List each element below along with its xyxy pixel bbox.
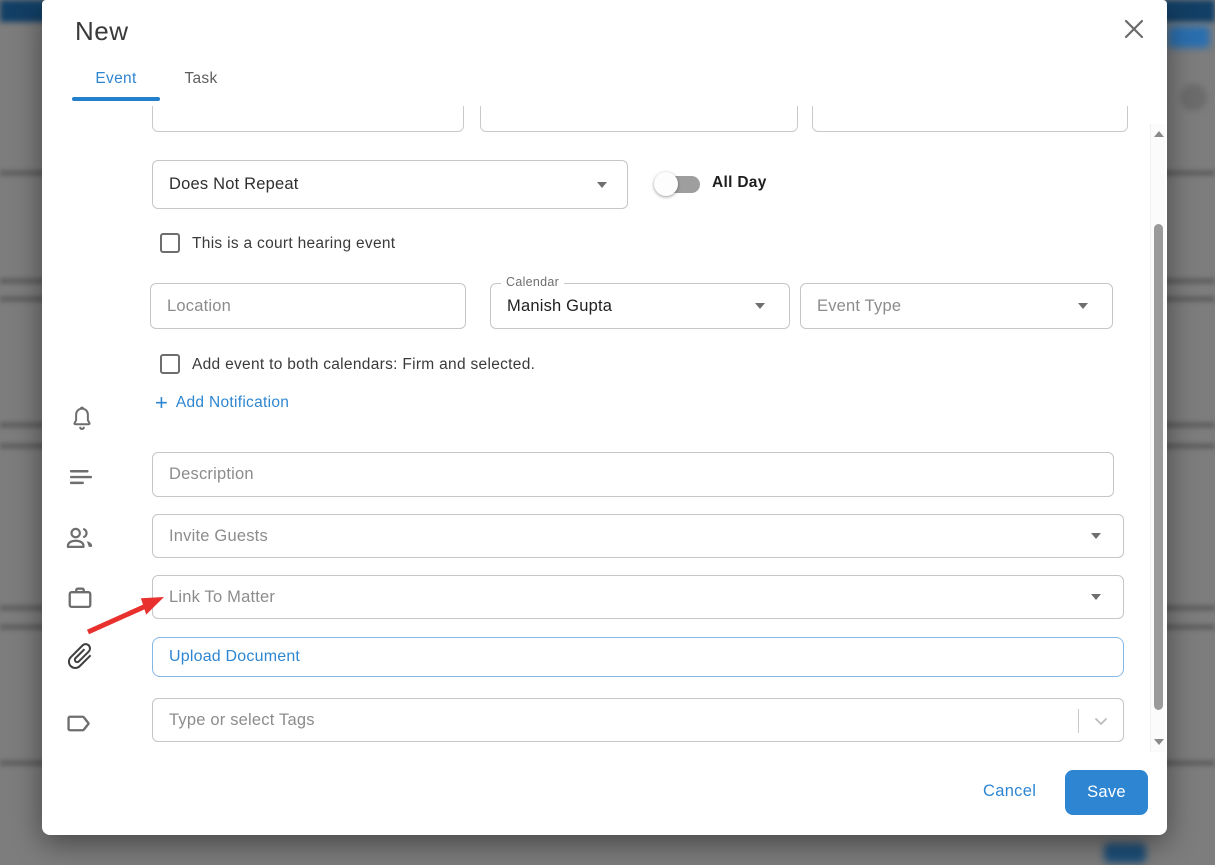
notification-bell-icon (68, 405, 96, 440)
add-notification-button[interactable]: + Add Notification (155, 394, 289, 412)
scroll-down-arrow[interactable] (1154, 739, 1164, 745)
background-blur-avatar (1180, 84, 1207, 111)
upload-document-button[interactable]: Upload Document (152, 637, 1124, 677)
tags-divider (1078, 709, 1079, 733)
chevron-down-icon (1091, 711, 1111, 731)
all-day-toggle[interactable] (654, 172, 702, 196)
plus-icon: + (155, 394, 168, 412)
description-input[interactable] (169, 465, 1097, 484)
tags-field (152, 698, 1124, 742)
repeat-select[interactable]: Does Not Repeat (152, 160, 628, 209)
clipped-field-2[interactable] (480, 106, 798, 132)
scroll-up-arrow[interactable] (1154, 131, 1164, 137)
dialog-scrollbar[interactable] (1150, 124, 1165, 752)
add-notification-label: Add Notification (176, 394, 289, 412)
description-field (152, 452, 1114, 497)
calendar-select-value: Manish Gupta (507, 297, 612, 316)
clipped-field-1[interactable] (152, 106, 464, 132)
dialog-scroll-content: Does Not Repeat All Day This is a court … (42, 106, 1150, 750)
event-type-select[interactable]: Event Type (800, 283, 1113, 329)
calendar-field-label: Calendar (501, 275, 564, 289)
calendar-select[interactable]: Calendar Manish Gupta (490, 283, 790, 329)
description-icon (66, 463, 96, 496)
repeat-select-value: Does Not Repeat (169, 175, 299, 194)
dialog-title: New (75, 16, 129, 47)
tags-expand-button[interactable] (1091, 711, 1111, 736)
new-event-dialog: New Event Task Does Not Repeat All Day T… (42, 0, 1167, 835)
both-calendars-checkbox[interactable] (160, 354, 180, 374)
location-field (150, 283, 466, 329)
chevron-down-icon (1078, 303, 1088, 309)
tab-event[interactable]: Event (72, 70, 160, 88)
tab-task[interactable]: Task (170, 70, 232, 88)
save-button[interactable]: Save (1065, 770, 1148, 815)
link-to-matter-placeholder: Link To Matter (169, 588, 275, 607)
both-calendars-label: Add event to both calendars: Firm and se… (192, 356, 535, 374)
scrollbar-thumb[interactable] (1154, 224, 1163, 710)
location-input[interactable] (167, 297, 449, 316)
close-icon (1123, 18, 1145, 40)
court-hearing-checkbox[interactable] (160, 233, 180, 253)
chevron-down-icon (597, 182, 607, 188)
link-to-matter-select[interactable]: Link To Matter (152, 575, 1124, 619)
background-blur-element (1104, 843, 1146, 863)
clipped-field-3[interactable] (812, 106, 1128, 132)
upload-document-label: Upload Document (169, 648, 300, 666)
chevron-down-icon (1091, 533, 1101, 539)
background-blur-button (1168, 26, 1210, 48)
invite-guests-select[interactable]: Invite Guests (152, 514, 1124, 558)
chevron-down-icon (755, 303, 765, 309)
active-tab-indicator (72, 97, 160, 101)
all-day-label: All Day (712, 174, 767, 192)
matter-briefcase-icon (66, 584, 94, 617)
event-type-placeholder: Event Type (817, 297, 901, 316)
tags-input[interactable] (169, 711, 1107, 730)
guests-people-icon (64, 523, 96, 558)
court-hearing-label: This is a court hearing event (192, 235, 395, 253)
chevron-down-icon (1091, 594, 1101, 600)
invite-guests-placeholder: Invite Guests (169, 527, 268, 546)
toggle-knob (654, 172, 678, 196)
attachment-paperclip-icon (64, 640, 96, 677)
tags-label-icon (64, 710, 94, 742)
cancel-button[interactable]: Cancel (983, 782, 1036, 801)
close-button[interactable] (1118, 13, 1150, 45)
